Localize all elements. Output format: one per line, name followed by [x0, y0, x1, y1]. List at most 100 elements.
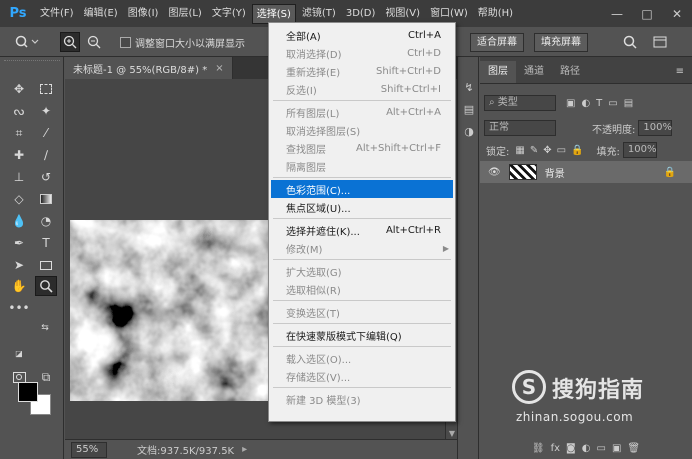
select-menu-item[interactable]: 隔离图层: [269, 157, 455, 175]
eraser-tool-icon[interactable]: ◇: [8, 189, 30, 209]
fill-screen-button[interactable]: 填充屏幕: [534, 32, 588, 52]
watermark: S 搜狗指南 zhinan.sogou.com: [512, 370, 687, 430]
tab-layers[interactable]: 图层: [480, 61, 516, 83]
menu-item-4[interactable]: 文字(Y): [208, 4, 250, 24]
resize-window-checkbox[interactable]: [120, 36, 131, 48]
filter-icons[interactable]: ▣◐T▭▤: [566, 98, 639, 109]
history-brush-tool-icon[interactable]: ↺: [35, 167, 57, 187]
properties-panel-icon[interactable]: ▤: [461, 101, 477, 117]
type-tool-icon[interactable]: T: [35, 233, 57, 253]
close-button[interactable]: ✕: [662, 0, 692, 27]
tab-channels[interactable]: 通道: [516, 61, 552, 83]
select-menu-item[interactable]: 选取相似(R): [269, 280, 455, 298]
pen-tool-icon[interactable]: ✒: [8, 233, 30, 253]
hand-tool-icon[interactable]: ✋: [8, 276, 30, 296]
new-group-icon[interactable]: ▭: [596, 443, 605, 454]
menu-item-5[interactable]: 选择(S): [251, 3, 296, 24]
lock-icons[interactable]: ▦✎✥▭🔒: [515, 145, 588, 156]
adjustment-layer-icon[interactable]: ◐: [582, 443, 591, 454]
zoom-level-field[interactable]: 55%: [71, 441, 107, 458]
select-menu-item[interactable]: 色彩范围(C)...: [271, 180, 453, 198]
fit-screen-button[interactable]: 适合屏幕: [470, 32, 524, 52]
workspace-button[interactable]: [652, 32, 668, 52]
layer-style-icon[interactable]: fx: [551, 443, 560, 454]
link-layers-icon[interactable]: ⛓: [532, 443, 545, 454]
select-menu-item[interactable]: 扩大选取(G): [269, 262, 455, 280]
path-selection-tool-icon[interactable]: ➤: [8, 255, 30, 275]
gradient-tool-icon[interactable]: [35, 189, 57, 209]
opacity-field[interactable]: 100%: [638, 120, 673, 136]
swap-colors-icon[interactable]: ⇆: [38, 321, 52, 335]
blend-mode-dropdown[interactable]: 正常: [484, 120, 556, 136]
menu-item-7[interactable]: 3D(D): [342, 4, 380, 24]
select-menu-item[interactable]: 新建 3D 模型(3): [269, 390, 455, 408]
kind-filter-dropdown[interactable]: ⌕ 类型: [484, 95, 556, 111]
layer-mask-icon[interactable]: ◙: [566, 443, 576, 454]
zoom-tool-icon[interactable]: [35, 276, 57, 296]
magic-wand-tool-icon[interactable]: ✦: [35, 101, 57, 121]
menu-item-9[interactable]: 窗口(W): [426, 4, 472, 24]
select-menu-item[interactable]: 修改(M) ▶: [269, 239, 455, 257]
select-menu-item[interactable]: 全部(A) Ctrl+A: [269, 26, 455, 44]
resize-window-option[interactable]: 调整窗口大小以满屏显示: [120, 32, 245, 52]
dodge-tool-icon[interactable]: ◔: [35, 211, 57, 231]
close-document-icon[interactable]: ×: [215, 63, 223, 74]
crop-tool-icon[interactable]: ⌗: [8, 123, 30, 143]
eye-icon[interactable]: 👁: [488, 167, 501, 178]
select-menu-item[interactable]: 所有图层(L) Alt+Ctrl+A: [269, 103, 455, 121]
panel-menu-icon[interactable]: ≡: [668, 61, 692, 83]
select-menu-item[interactable]: 反选(I) Shift+Ctrl+I: [269, 80, 455, 98]
document-tab[interactable]: 未标题-1 @ 55%(RGB/8#) * ×: [65, 57, 233, 79]
menu-item-8[interactable]: 视图(V): [381, 4, 424, 24]
adjustments-panel-icon[interactable]: ◑: [461, 123, 477, 139]
menu-item-2[interactable]: 图像(I): [124, 4, 163, 24]
fill-screen-option[interactable]: 填充屏幕: [534, 32, 588, 52]
menu-item-label: 选择并遮住(K)...: [286, 226, 360, 238]
new-layer-icon[interactable]: ▣: [612, 443, 621, 454]
select-menu-item[interactable]: 存储选区(V)...: [269, 367, 455, 385]
document-canvas[interactable]: [70, 220, 270, 401]
zoom-out-button[interactable]: [84, 32, 104, 52]
move-tool-icon[interactable]: ✥: [8, 79, 30, 99]
select-menu-item[interactable]: 重新选择(E) Shift+Ctrl+D: [269, 62, 455, 80]
toolbar-grip[interactable]: [4, 60, 60, 66]
menu-item-6[interactable]: 滤镜(T): [298, 4, 340, 24]
select-menu-item[interactable]: 在快速蒙版模式下编辑(Q): [269, 326, 455, 344]
fill-field[interactable]: 100%: [622, 142, 657, 158]
tab-paths[interactable]: 路径: [552, 61, 588, 83]
lasso-tool-icon[interactable]: ᔓ: [8, 101, 30, 121]
menu-item-0[interactable]: 文件(F): [36, 4, 78, 24]
healing-brush-tool-icon[interactable]: ✚: [8, 145, 30, 165]
zoom-in-button[interactable]: [60, 32, 80, 52]
select-menu-item[interactable]: 变换选区(T): [269, 303, 455, 321]
menu-item-1[interactable]: 编辑(E): [80, 4, 122, 24]
menu-item-10[interactable]: 帮助(H): [474, 4, 517, 24]
status-menu-arrow-icon[interactable]: ▸: [242, 444, 247, 455]
rectangle-tool-icon[interactable]: [35, 255, 57, 275]
menu-item-shortcut: Ctrl+A: [407, 29, 441, 41]
select-menu-item[interactable]: 查找图层 Alt+Shift+Ctrl+F: [269, 139, 455, 157]
select-menu-item[interactable]: 焦点区域(U)...: [269, 198, 455, 216]
select-menu-item[interactable]: 取消选择(D) Ctrl+D: [269, 44, 455, 62]
select-menu-item[interactable]: 载入选区(O)...: [269, 349, 455, 367]
menu-item-3[interactable]: 图层(L): [164, 4, 205, 24]
layer-row-background[interactable]: 👁 背景 🔒: [480, 161, 692, 183]
eyedropper-tool-icon[interactable]: ⁄: [35, 123, 57, 143]
maximize-button[interactable]: □: [632, 0, 662, 27]
minimize-button[interactable]: —: [602, 0, 632, 27]
blur-tool-icon[interactable]: 💧: [8, 211, 30, 231]
brush-tool-icon[interactable]: ∕: [35, 145, 57, 165]
quick-mask-icon[interactable]: [8, 367, 30, 387]
history-panel-icon[interactable]: ↯: [461, 79, 477, 95]
screen-mode-icon[interactable]: ⧉: [35, 367, 57, 387]
search-button[interactable]: [622, 32, 638, 52]
marquee-tool-icon[interactable]: [35, 79, 57, 99]
select-menu-item[interactable]: 选择并遮住(K)... Alt+Ctrl+R: [269, 221, 455, 239]
edit-toolbar-icon[interactable]: •••: [8, 298, 30, 318]
clone-stamp-tool-icon[interactable]: ⊥: [8, 167, 30, 187]
default-colors-icon[interactable]: ◪: [12, 346, 26, 360]
zoom-tool-preset[interactable]: [14, 32, 40, 52]
fit-screen-option[interactable]: 适合屏幕: [470, 32, 524, 52]
delete-layer-icon[interactable]: 🗑: [627, 443, 640, 454]
select-menu-item[interactable]: 取消选择图层(S): [269, 121, 455, 139]
